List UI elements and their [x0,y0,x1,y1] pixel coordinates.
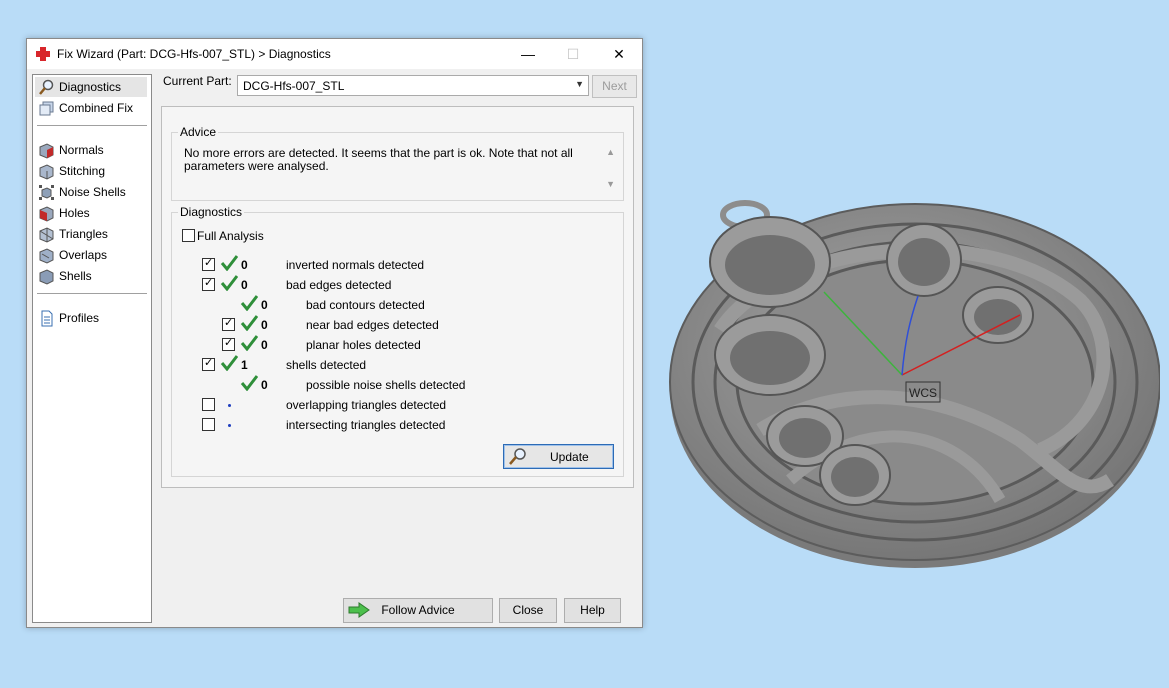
chevron-down-icon: ▼ [575,79,584,89]
nav-item-diagnostics[interactable]: Diagnostics [35,77,147,97]
nav-divider [37,125,147,126]
wcs-label: WCS [909,386,937,400]
magnifier-icon [509,448,526,465]
title-bar[interactable]: Fix Wizard (Part: DCG-Hfs-007_STL) > Dia… [27,39,642,69]
row-label: bad edges detected [286,278,392,292]
green-check-icon [220,275,238,291]
scroll-up-icon[interactable]: ▲ [606,147,615,157]
window-title: Fix Wizard (Part: DCG-Hfs-007_STL) > Dia… [57,47,331,61]
overlaps-cube-icon [39,248,54,264]
pending-dot-icon [228,424,231,427]
fix-wizard-dialog: Fix Wizard (Part: DCG-Hfs-007_STL) > Dia… [26,38,643,628]
current-part-select[interactable]: DCG-Hfs-007_STL ▼ [237,75,589,96]
row-count: 0 [261,318,268,332]
nav-item-shells[interactable]: Shells [35,266,147,286]
holes-cube-icon [39,206,54,222]
triangles-cube-icon [39,227,54,243]
shells-cube-icon [39,269,54,285]
red-cross-icon [36,47,50,61]
nav-item-combined-fix[interactable]: Combined Fix [35,98,147,118]
nav-divider [37,293,147,294]
row-checkbox[interactable]: ✓ [202,277,215,291]
row-label: bad contours detected [306,298,425,312]
green-check-icon [240,315,258,331]
update-label: Update [550,450,589,464]
follow-advice-label: Follow Advice [381,603,455,617]
nav-item-noise-shells[interactable]: Noise Shells [35,182,147,202]
profiles-document-icon [41,310,53,327]
row-label: possible noise shells detected [306,378,466,392]
next-button: Next [592,75,637,98]
close-window-button[interactable]: ✕ [596,39,642,69]
row-label: planar holes detected [306,338,421,352]
nav-item-stitching[interactable]: Stitching [35,161,147,181]
advice-text: No more errors are detected. It seems th… [184,146,573,173]
green-check-icon [220,355,238,371]
row-count: 1 [241,358,248,372]
scroll-down-icon[interactable]: ▼ [606,179,615,189]
green-check-icon [240,335,258,351]
nav-item-normals[interactable]: Normals [35,140,147,160]
current-part-label: Current Part: [163,74,232,88]
maximize-button: ☐ [566,46,580,62]
row-checkbox[interactable]: ✓ [222,317,235,331]
minimize-button[interactable]: — [505,39,551,69]
green-check-icon [240,295,258,311]
green-check-icon [220,255,238,271]
close-button[interactable]: Close [499,598,557,623]
nav-item-triangles[interactable]: Triangles [35,224,147,244]
nav-item-holes[interactable]: Holes [35,203,147,223]
advice-group: Advice No more errors are detected. It s… [171,125,624,201]
row-checkbox[interactable] [202,418,215,431]
magnifier-icon [39,79,54,95]
diagnostics-panel: Advice No more errors are detected. It s… [161,106,634,488]
row-checkbox[interactable]: ✓ [202,357,215,371]
wizard-nav: Diagnostics Combined Fix Normals Stitchi… [32,74,152,623]
green-check-icon [240,375,258,391]
pendant-3d-model: WCS [669,200,1160,568]
normals-cube-icon [39,143,54,159]
row-count: 0 [241,278,248,292]
pending-dot-icon [228,404,231,407]
diagnostics-group: Diagnostics Full Analysis ✓ 0 inverted n… [171,205,624,477]
nav-item-overlaps[interactable]: Overlaps [35,245,147,265]
full-analysis-checkbox[interactable] [182,229,195,242]
row-label: inverted normals detected [286,258,425,272]
stitching-cube-icon [39,164,54,180]
row-label: intersecting triangles detected [286,418,446,432]
row-count: 0 [261,338,268,352]
full-analysis-label: Full Analysis [197,229,264,243]
follow-advice-button[interactable]: Follow Advice [343,598,493,623]
row-count: 0 [261,378,268,392]
row-label: shells detected [286,358,367,372]
help-button[interactable]: Help [564,598,621,623]
row-checkbox[interactable] [202,398,215,411]
diagnostics-title: Diagnostics [178,205,245,219]
advice-title: Advice [178,125,219,139]
row-label: overlapping triangles detected [286,398,447,412]
row-count: 0 [241,258,248,272]
update-button[interactable]: Update [503,444,614,469]
noise-shells-cube-icon [39,185,54,200]
green-arrow-icon [348,602,370,618]
combined-fix-icon [39,101,54,116]
row-label: near bad edges detected [306,318,439,332]
row-checkbox[interactable]: ✓ [222,337,235,351]
row-checkbox[interactable]: ✓ [202,257,215,271]
nav-item-profiles[interactable]: Profiles [35,308,147,328]
current-part-value: DCG-Hfs-007_STL [243,79,345,93]
row-count: 0 [261,298,268,312]
